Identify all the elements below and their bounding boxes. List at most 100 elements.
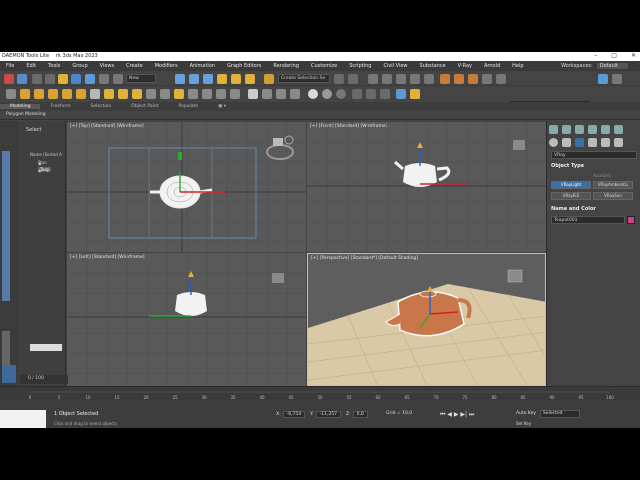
helpers-icon[interactable] [601, 138, 610, 147]
viewport-top[interactable]: [+] [Top] [Standard] [Wireframe] [67, 122, 306, 252]
render-setup-icon[interactable] [440, 74, 450, 84]
viewport-layout-icon[interactable] [2, 365, 16, 383]
scale-icon[interactable] [203, 74, 213, 84]
schematic-view-icon[interactable] [410, 74, 420, 84]
vray-cosmos-icon[interactable] [276, 89, 286, 99]
menu-substance[interactable]: Substance [414, 63, 452, 69]
rect-select-icon[interactable] [99, 74, 109, 84]
vraylight-button[interactable]: VRayLight [551, 181, 591, 189]
z-coordinate[interactable]: 0,0 [352, 411, 368, 418]
object-type-header[interactable]: Object Type [551, 163, 584, 169]
vray-camera-icon[interactable] [396, 89, 406, 99]
viewport-front[interactable]: [+] [Front] [Standard] [Wireframe] [307, 122, 546, 252]
move-icon[interactable] [175, 74, 185, 84]
menu-help[interactable]: Help [506, 63, 529, 69]
time-slider[interactable]: 0 / 100 [20, 375, 68, 384]
vray-chaos-scans-icon[interactable] [290, 89, 300, 99]
geometry-icon[interactable] [549, 138, 558, 147]
vrayambientlight-button[interactable]: VRayAmbientLi [593, 181, 633, 189]
material-editor-icon[interactable] [424, 74, 434, 84]
utilities-tab-icon[interactable] [614, 125, 623, 134]
render-in-cloud-icon[interactable] [482, 74, 492, 84]
scene-explorer-tools[interactable] [2, 151, 10, 301]
lights-icon[interactable] [575, 138, 584, 147]
menu-group[interactable]: Group [66, 63, 93, 69]
hierarchy-tab-icon[interactable] [575, 125, 584, 134]
y-coordinate[interactable]: -11,257 [315, 411, 342, 418]
vray-volume-icon[interactable] [202, 89, 212, 99]
vray-sky-icon[interactable] [76, 89, 86, 99]
eye-icon[interactable]: ◉ [38, 168, 42, 173]
menu-arnold[interactable]: Arnold [478, 63, 506, 69]
scene-scrollbar[interactable] [30, 344, 62, 351]
vray-decal-icon[interactable] [146, 89, 156, 99]
spacewarps-icon[interactable] [614, 138, 623, 147]
maxscript-listener[interactable] [0, 410, 46, 428]
angle-snap-icon[interactable] [231, 74, 241, 84]
bind-spacewarp-icon[interactable] [58, 74, 68, 84]
display-tab-icon[interactable] [601, 125, 610, 134]
workspace-dropdown[interactable]: Default [596, 63, 628, 69]
vray-enmesh-icon[interactable] [188, 89, 198, 99]
menu-vray[interactable]: V-Ray [452, 63, 478, 69]
scene-explorer-title[interactable]: Select [26, 127, 41, 133]
unlink-icon[interactable] [45, 74, 55, 84]
vray-sphere-preview-icon[interactable] [308, 89, 318, 99]
name-color-header[interactable]: Name and Color [551, 206, 596, 212]
vrayies-button[interactable]: VRayIES [551, 192, 591, 200]
vray-fur-icon[interactable] [132, 89, 142, 99]
viewport-perspective[interactable]: [+] [Perspective] [Standard*] [Default S… [307, 253, 546, 386]
vray-teapot-icon[interactable] [6, 89, 16, 99]
menu-rendering[interactable]: Rendering [267, 63, 305, 69]
menu-customize[interactable]: Customize [305, 63, 343, 69]
vray-settings-icon[interactable] [380, 89, 390, 99]
close-icon[interactable]: ✕ [631, 52, 636, 61]
vray-plane-icon[interactable] [104, 89, 114, 99]
create-tab-icon[interactable] [549, 125, 558, 134]
align-icon[interactable] [348, 74, 358, 84]
vray-lock-icon[interactable] [410, 89, 420, 99]
vray-lister-icon[interactable] [216, 89, 226, 99]
vray-env-icon[interactable] [336, 89, 346, 99]
window-crossing-icon[interactable] [113, 74, 123, 84]
ribbon-tab-selection[interactable]: Selection [81, 104, 122, 109]
menu-graph-editors[interactable]: Graph Editors [221, 63, 267, 69]
vray-dome-icon[interactable] [34, 89, 44, 99]
eye-icon[interactable]: ◉ [38, 161, 42, 166]
rotate-icon[interactable] [189, 74, 199, 84]
set-key-button[interactable]: Set Key [516, 421, 531, 426]
shapes-icon[interactable] [562, 138, 571, 147]
menu-edit[interactable]: Edit [20, 63, 42, 69]
vray-material-preview-icon[interactable] [322, 89, 332, 99]
mirror-icon[interactable] [334, 74, 344, 84]
menu-scripting[interactable]: Scripting [343, 63, 377, 69]
viewport-left[interactable]: [+] [Left] [Standard] [Wireframe] [67, 253, 306, 386]
layer-explorer-icon[interactable] [368, 74, 378, 84]
menu-file[interactable]: File [0, 63, 20, 69]
menu-tools[interactable]: Tools [42, 63, 66, 69]
select-by-name-icon[interactable] [85, 74, 95, 84]
undo-icon[interactable] [4, 74, 14, 84]
minimize-icon[interactable]: – [594, 52, 597, 61]
menu-animation[interactable]: Animation [184, 63, 222, 69]
autogrid-checkbox[interactable]: AutoGrid [593, 173, 611, 178]
workspace-selector[interactable]: Workspaces: Default [561, 63, 628, 69]
redo-icon[interactable] [17, 74, 27, 84]
maximize-icon[interactable]: □ [611, 52, 617, 61]
playback-controls[interactable]: ⏮ ◀ ▶ ▶| ⏭ [440, 411, 474, 419]
vray-ipr-icon[interactable] [366, 89, 376, 99]
vray-render-icon[interactable] [352, 89, 362, 99]
menu-modifiers[interactable]: Modifiers [149, 63, 184, 69]
curve-editor-icon[interactable] [396, 74, 406, 84]
motion-tab-icon[interactable] [588, 125, 597, 134]
rendered-frame-window-icon[interactable] [454, 74, 464, 84]
ribbon-tab-populate[interactable]: Populate [169, 104, 209, 109]
named-selection-set-dropdown[interactable]: Create Selection Se [278, 74, 330, 83]
cameras-icon[interactable] [588, 138, 597, 147]
ribbon-tab-object-paint[interactable]: Object Paint [121, 104, 168, 109]
vray-sun-icon[interactable] [62, 89, 72, 99]
link-icon[interactable] [32, 74, 42, 84]
toggle-ribbon-icon[interactable] [382, 74, 392, 84]
vray-proxy-icon[interactable] [90, 89, 100, 99]
vray-convert-icon[interactable] [262, 89, 272, 99]
